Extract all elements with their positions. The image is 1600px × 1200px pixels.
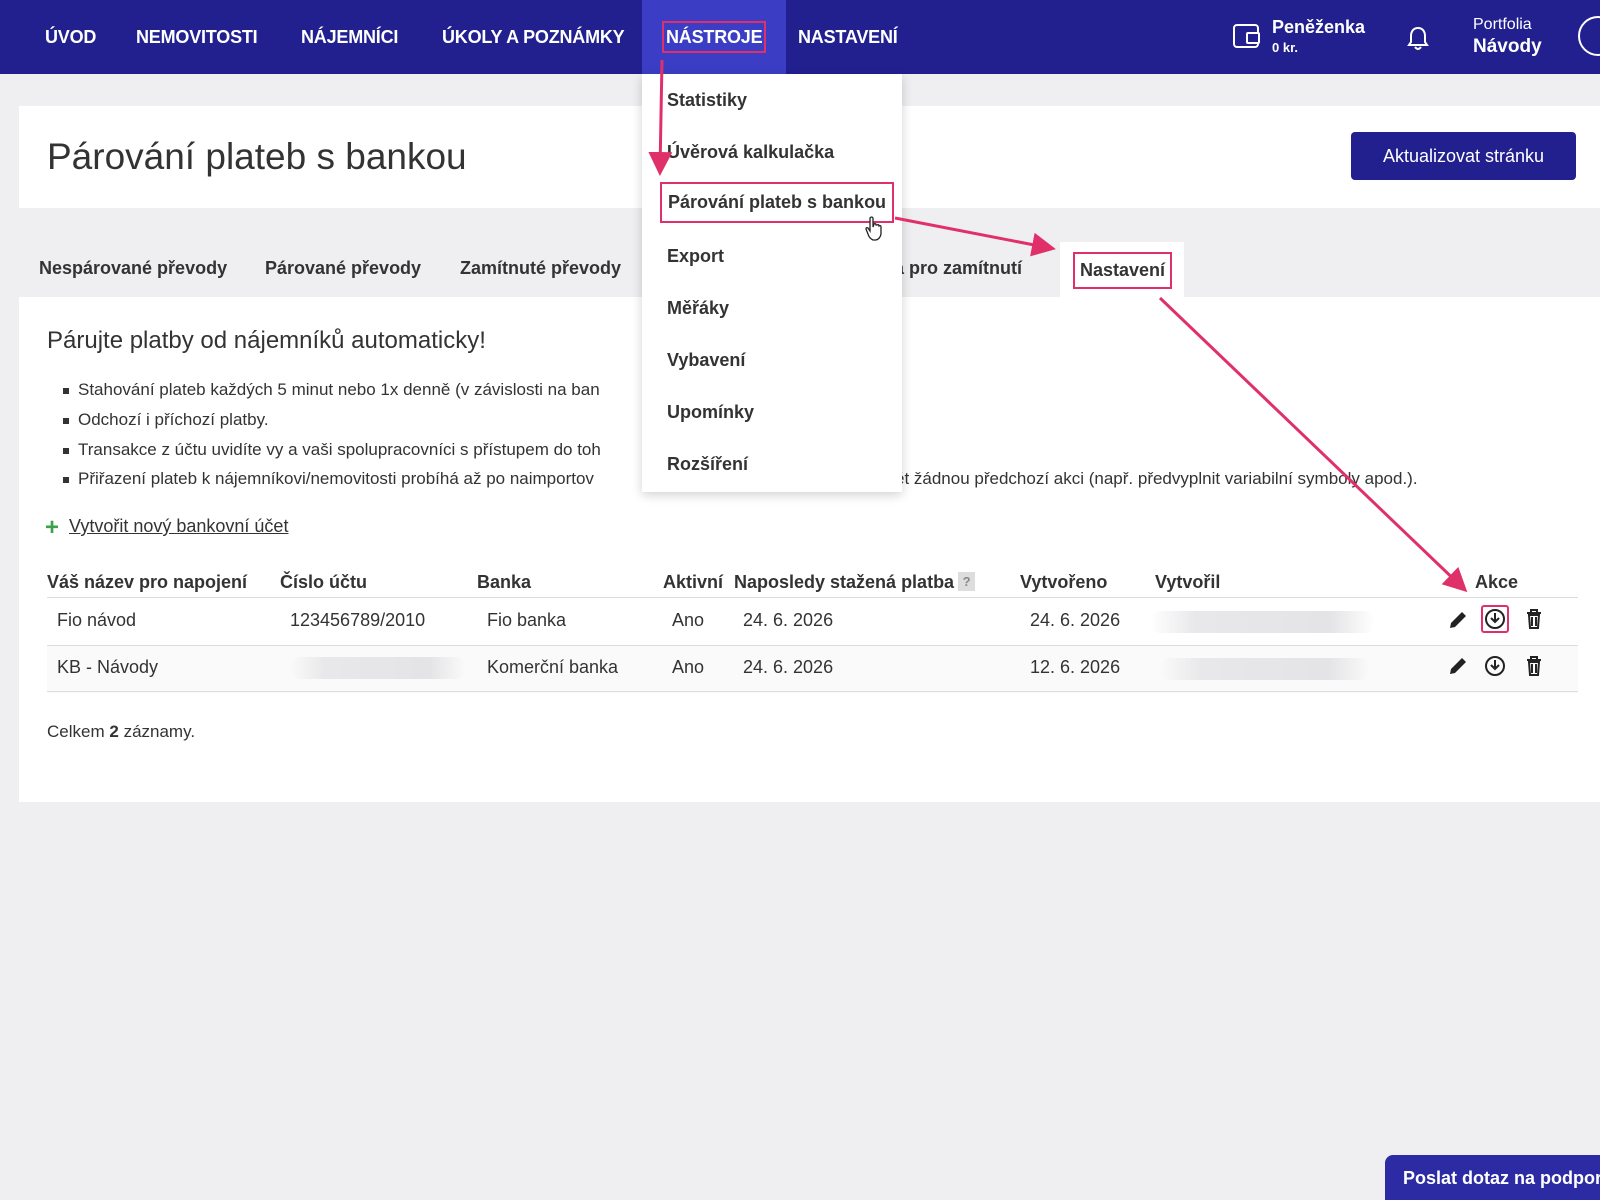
cell-bank: Fio banka bbox=[487, 610, 567, 630]
total-records: Celkem 2 záznamy. bbox=[47, 722, 195, 742]
hand-cursor-icon bbox=[865, 216, 882, 241]
nav-najemnici[interactable]: NÁJEMNÍCI bbox=[301, 0, 398, 74]
bell-icon[interactable] bbox=[1407, 26, 1429, 52]
tools-dropdown-menu: Statistiky Úvěrová kalkulačka Párování p… bbox=[642, 74, 902, 492]
tab-pravidla-zamitnuti[interactable]: la pro zamítnutí bbox=[889, 258, 1022, 279]
menu-item-upominky[interactable]: Upomínky bbox=[667, 402, 754, 423]
bullet-item: Stahování plateb každých 5 minut nebo 1x… bbox=[63, 380, 600, 399]
nav-uvod[interactable]: ÚVOD bbox=[45, 0, 96, 74]
bullet-item-tail: ět žádnou předchozí akci (např. předvypl… bbox=[880, 469, 1418, 488]
help-icon[interactable]: ? bbox=[958, 572, 976, 591]
column-header-actions: Akce bbox=[1475, 572, 1519, 592]
menu-item-meraky[interactable]: Měřáky bbox=[667, 298, 729, 319]
cell-created: 24. 6. 2026 bbox=[1030, 610, 1121, 630]
cell-name: KB - Návody bbox=[57, 657, 159, 677]
cell-account: 123456789/2010 bbox=[290, 610, 426, 630]
tab-nastaveni-label: Nastavení bbox=[1073, 252, 1173, 289]
nav-ukoly[interactable]: ÚKOLY A POZNÁMKY bbox=[442, 0, 625, 74]
pencil-icon[interactable] bbox=[1447, 609, 1469, 631]
cell-active: Ano bbox=[672, 657, 705, 677]
portfolio-name[interactable]: Návody bbox=[1473, 36, 1542, 58]
cell-active: Ano bbox=[672, 610, 705, 630]
column-header-account: Číslo účtu bbox=[280, 572, 368, 592]
menu-item-parovani-plateb[interactable]: Párování plateb s bankou bbox=[660, 182, 895, 223]
menu-item-vybaveni[interactable]: Vybavení bbox=[667, 350, 745, 371]
redacted-creator bbox=[1150, 611, 1375, 633]
menu-item-export[interactable]: Export bbox=[667, 246, 724, 267]
tab-zamitnute[interactable]: Zamítnuté převody bbox=[460, 258, 621, 279]
refresh-page-button[interactable]: Aktualizovat stránku bbox=[1351, 132, 1576, 180]
nav-nastroje-label: NÁSTROJE bbox=[662, 21, 767, 53]
cell-bank: Komerční banka bbox=[487, 657, 619, 677]
column-header-last-payment: Naposledy stažená platba? bbox=[734, 572, 976, 593]
column-header-last-payment-label: Naposledy stažená platba bbox=[734, 572, 955, 592]
portfolio-label[interactable]: Portfolia bbox=[1473, 16, 1532, 34]
redacted-account bbox=[290, 657, 465, 679]
total-suffix: záznamy. bbox=[123, 722, 196, 741]
plus-icon: + bbox=[45, 514, 60, 541]
trash-icon[interactable] bbox=[1523, 608, 1545, 630]
cell-name: Fio návod bbox=[57, 610, 137, 630]
download-icon[interactable] bbox=[1484, 655, 1506, 677]
arrow-to-settings-tab bbox=[894, 216, 1056, 257]
wallet-amount: 0 kr. bbox=[1272, 40, 1299, 55]
total-count: 2 bbox=[109, 722, 119, 741]
cell-created: 12. 6. 2026 bbox=[1030, 657, 1121, 677]
section-title: Párujte platby od nájemníků automaticky! bbox=[47, 327, 486, 354]
cell-last-payment: 24. 6. 2026 bbox=[743, 610, 834, 630]
table-divider bbox=[47, 691, 1578, 692]
cell-last-payment: 24. 6. 2026 bbox=[743, 657, 834, 677]
bullet-item: Odchozí i příchozí platby. bbox=[63, 410, 269, 429]
tab-nesparovane[interactable]: Nespárované převody bbox=[39, 258, 227, 279]
menu-item-uverova-kalkulacka[interactable]: Úvěrová kalkulačka bbox=[667, 142, 834, 163]
support-chat-button[interactable]: Poslat dotaz na podporu bbox=[1385, 1155, 1600, 1200]
wallet-icon[interactable] bbox=[1233, 24, 1260, 48]
wallet-title[interactable]: Peněženka bbox=[1272, 17, 1365, 38]
nav-nastaveni[interactable]: NASTAVENÍ bbox=[798, 0, 898, 74]
page-title: Párování plateb s bankou bbox=[47, 136, 467, 177]
create-bank-account-link[interactable]: Vytvořit nový bankovní účet bbox=[69, 516, 288, 537]
column-header-created: Vytvořeno bbox=[1020, 572, 1108, 592]
bullet-item: Transakce z účtu uvidíte vy a vaši spolu… bbox=[63, 440, 601, 459]
menu-item-rozsireni[interactable]: Rozšíření bbox=[667, 454, 748, 475]
trash-icon[interactable] bbox=[1523, 655, 1545, 677]
bullet-item: Přiřazení plateb k nájemníkovi/nemovitos… bbox=[63, 469, 594, 488]
column-header-name: Váš název pro napojení bbox=[47, 572, 248, 592]
menu-item-statistiky[interactable]: Statistiky bbox=[667, 90, 747, 111]
column-header-created-by: Vytvořil bbox=[1155, 572, 1221, 592]
total-prefix: Celkem bbox=[47, 722, 105, 741]
download-icon[interactable] bbox=[1484, 608, 1506, 630]
column-header-bank: Banka bbox=[477, 572, 532, 592]
redacted-creator bbox=[1160, 658, 1370, 680]
nav-nastroje[interactable]: NÁSTROJE bbox=[642, 0, 787, 74]
pencil-icon[interactable] bbox=[1447, 655, 1469, 677]
column-header-active: Aktivní bbox=[663, 572, 724, 592]
tab-parovane[interactable]: Párované převody bbox=[265, 258, 421, 279]
nav-nemovitosti[interactable]: NEMOVITOSTI bbox=[136, 0, 258, 74]
tab-nastaveni[interactable]: Nastavení bbox=[1060, 242, 1184, 298]
